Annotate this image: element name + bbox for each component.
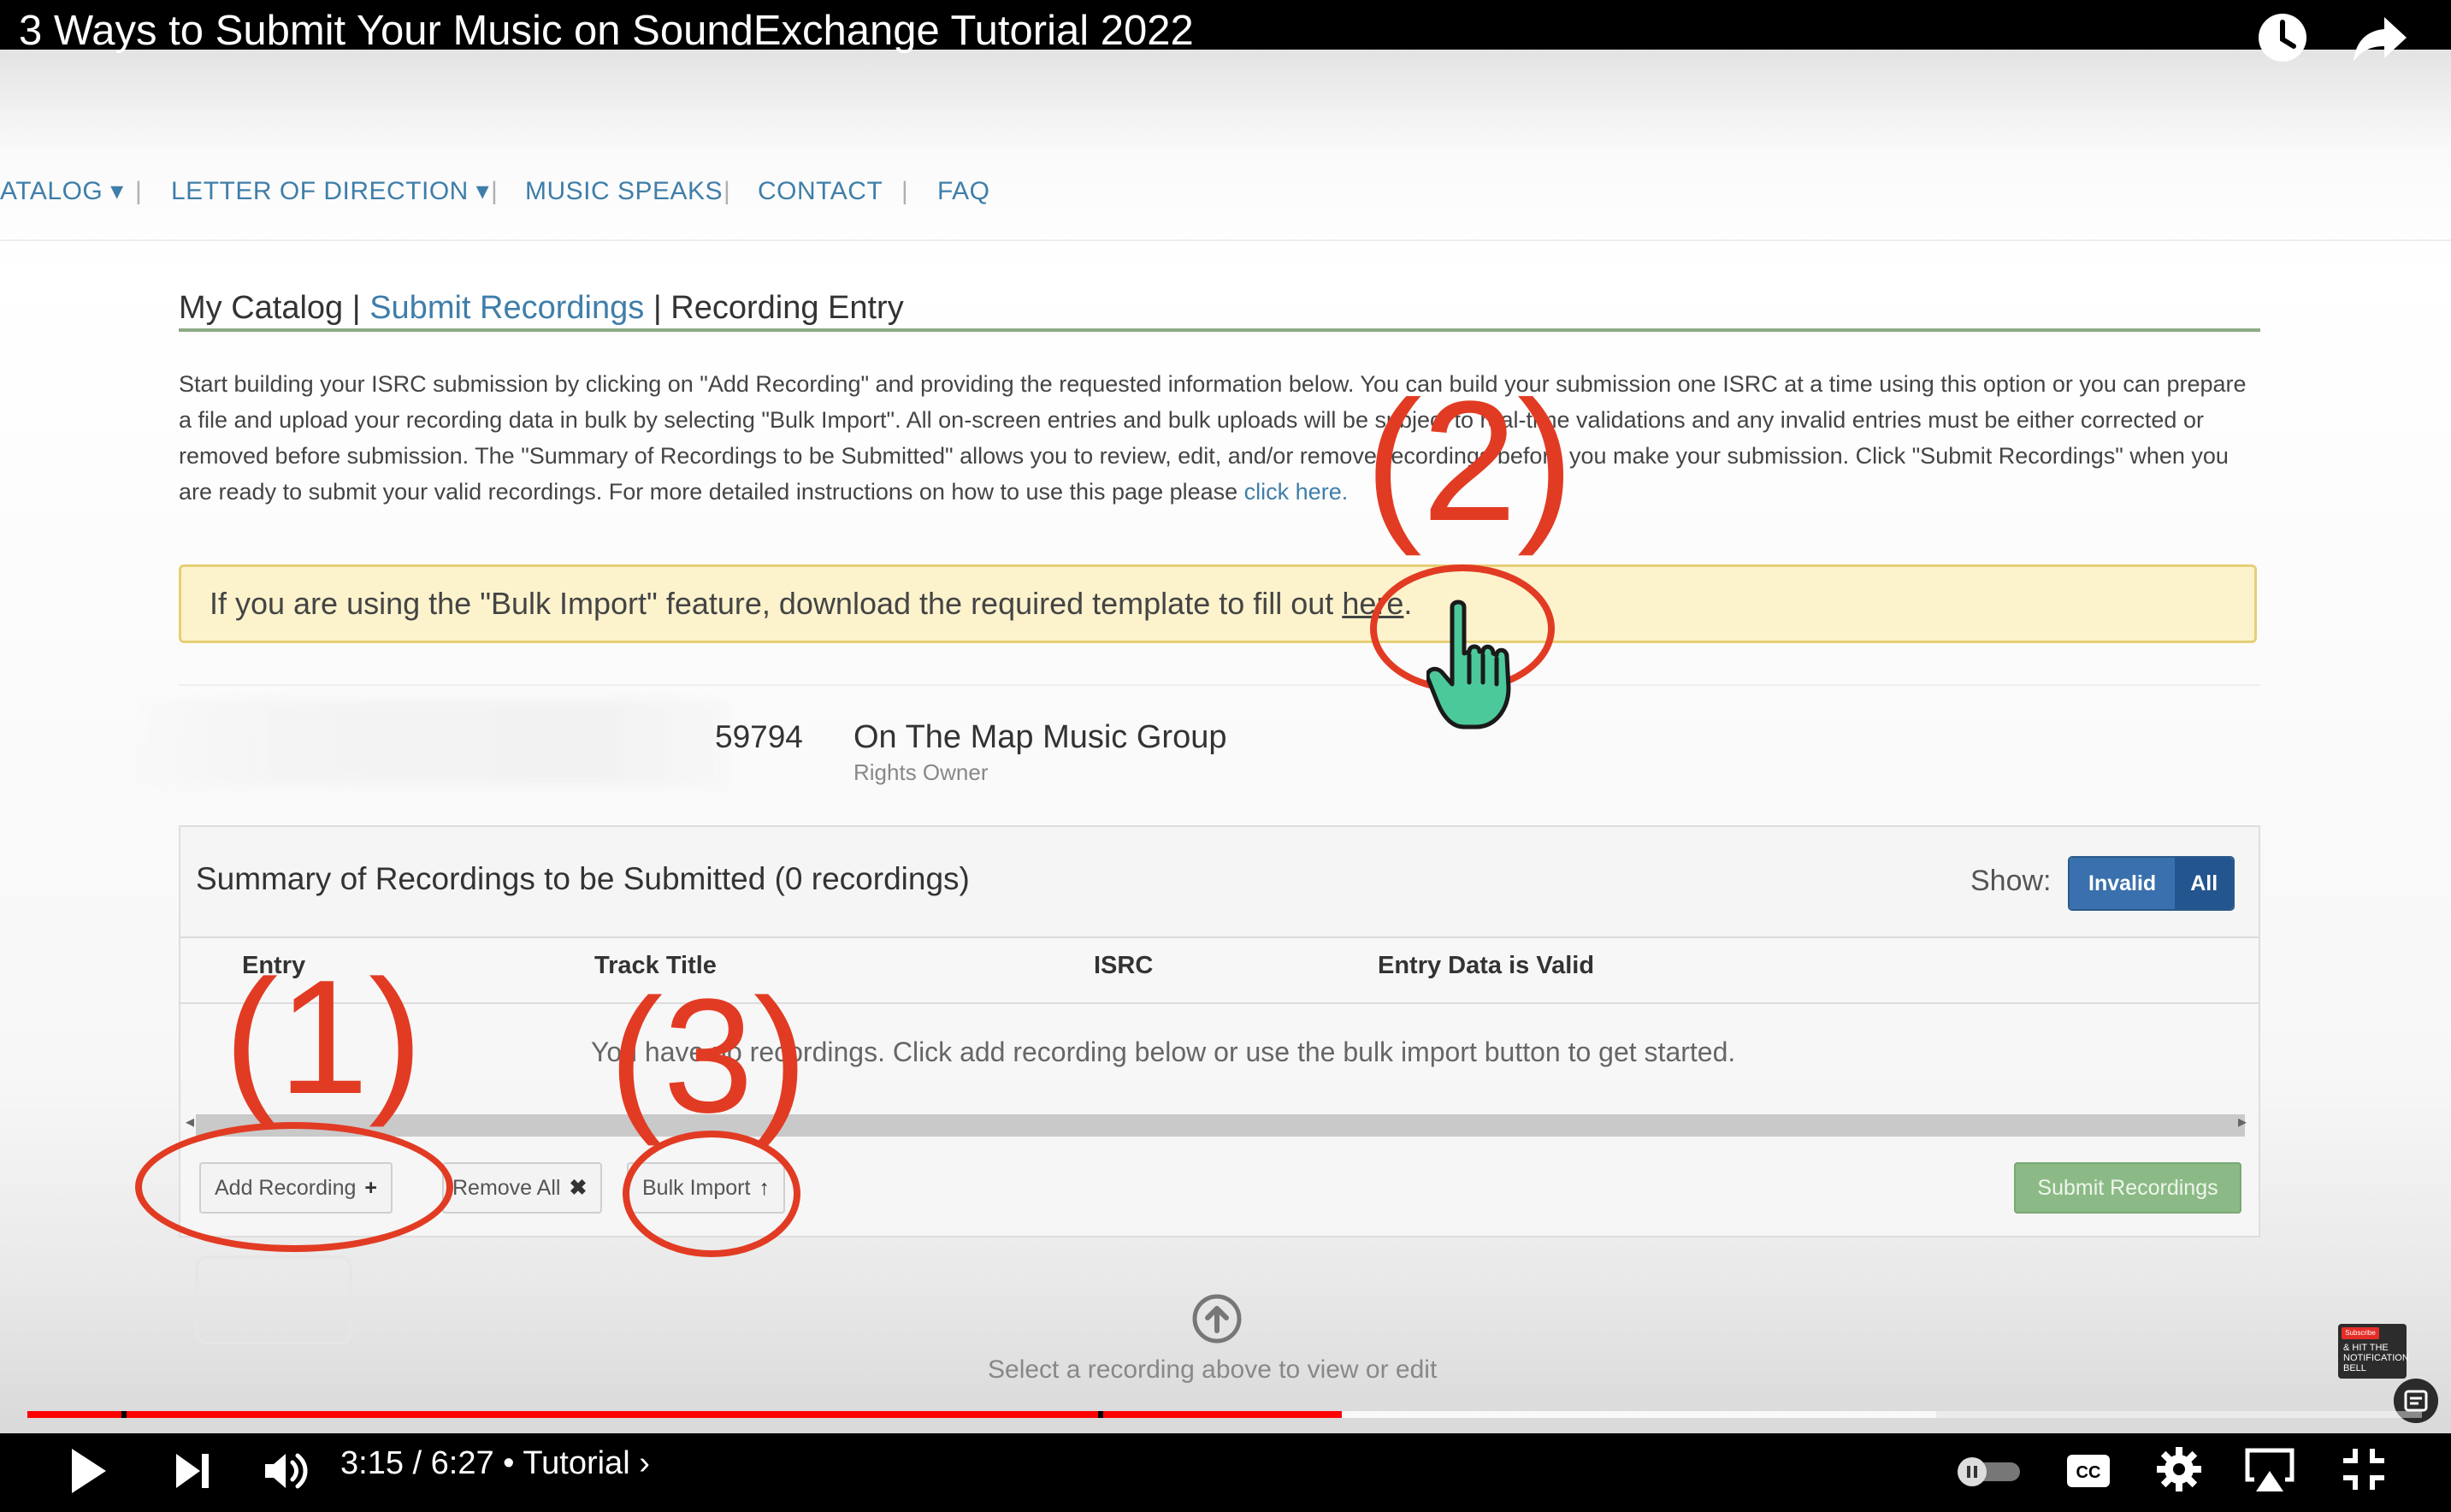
owner-id: 59794 [715, 719, 803, 754]
filter-all-button[interactable]: All [2175, 858, 2234, 909]
rights-owner-name: On The Map Music Group [853, 719, 1227, 755]
summary-panel: Summary of Recordings to be Submitted (0… [179, 825, 2260, 1237]
show-label: Show: [1970, 865, 2052, 897]
filter-invalid-button[interactable]: Invalid [2070, 858, 2176, 909]
breadcrumb-recording-entry: Recording Entry [670, 290, 904, 326]
breadcrumb-separator: | [351, 290, 361, 326]
time-display: 3:15 / 6:27 [340, 1445, 494, 1481]
horizontal-scrollbar[interactable] [196, 1114, 2245, 1137]
hand-pointer-icon [1426, 599, 1511, 729]
faded-placeholder-icon [195, 1255, 352, 1344]
annotation-ellipse-one [135, 1122, 453, 1252]
nav-separator: | [491, 177, 498, 205]
nav-item-contact[interactable]: CONTACT [758, 171, 883, 212]
watermark-text: & HIT THE NOTIFICATION BELL [2343, 1343, 2409, 1373]
time-and-chapter: 3:15 / 6:27 • Tutorial › [340, 1442, 650, 1485]
remove-all-label: Remove All [452, 1176, 561, 1200]
video-frame[interactable]: ATALOG ▾ | LETTER OF DIRECTION ▾ | MUSIC… [0, 0, 2451, 1512]
annotation-one: (1) [224, 947, 423, 1128]
nav-item-catalog[interactable]: ATALOG ▾ [0, 171, 124, 212]
intro-text: Start building your ISRC submission by c… [179, 371, 2247, 505]
table-header-divider [180, 1002, 2259, 1004]
rights-owner-label: Rights Owner [853, 759, 989, 785]
owner-divider [179, 684, 2260, 686]
chevron-right-icon[interactable]: › [639, 1445, 650, 1481]
close-icon: ✖ [569, 1176, 588, 1200]
airplay-icon[interactable] [2242, 1445, 2297, 1495]
chapter-title[interactable]: • Tutorial [503, 1445, 629, 1481]
nav-separator: | [901, 177, 908, 205]
summary-header: Summary of Recordings to be Submitted (0… [180, 827, 2259, 938]
next-icon[interactable] [173, 1450, 214, 1491]
scroll-left-arrow[interactable]: ◂ [186, 1111, 194, 1132]
select-recording-hint: Select a recording above to view or edit [988, 1355, 1438, 1384]
nav-item-music-speaks[interactable]: MUSIC SPEAKS [525, 171, 723, 212]
column-isrc[interactable]: ISRC [1094, 947, 1153, 984]
nav-item-letter-of-direction[interactable]: LETTER OF DIRECTION ▾ [171, 171, 489, 212]
scroll-right-arrow[interactable]: ▸ [2238, 1111, 2247, 1132]
subscribe-badge: Subscribe [2342, 1327, 2379, 1339]
volume-icon[interactable] [262, 1447, 310, 1495]
breadcrumb-separator: | [653, 290, 662, 326]
nav-divider [0, 239, 2451, 241]
video-title[interactable]: 3 Ways to Submit Your Music on SoundExch… [19, 5, 1194, 56]
exit-fullscreen-icon[interactable] [2340, 1445, 2388, 1493]
show-filter-toggle: Invalid All [2068, 856, 2235, 911]
intro-paragraph: Start building your ISRC submission by c… [179, 366, 2265, 510]
nav-separator: | [723, 177, 730, 205]
annotation-ellipse-three [623, 1131, 800, 1257]
video-progress-bar[interactable] [27, 1411, 2422, 1418]
subscribe-watermark[interactable]: Subscribe & HIT THE NOTIFICATION BELL [2338, 1324, 2409, 1379]
arrow-up-circle-icon [1192, 1294, 1242, 1344]
share-icon[interactable] [2350, 9, 2410, 68]
column-entry-valid[interactable]: Entry Data is Valid [1378, 947, 1594, 984]
summary-title: Summary of Recordings to be Submitted (0… [196, 861, 970, 896]
settings-icon[interactable] [2155, 1445, 2203, 1493]
captions-icon[interactable]: CC [2064, 1450, 2112, 1491]
autoplay-toggle-icon[interactable] [1953, 1452, 2025, 1490]
nav-item-faq[interactable]: FAQ [937, 171, 990, 212]
progress-played [27, 1411, 1343, 1418]
breadcrumb-my-catalog[interactable]: My Catalog [179, 290, 343, 326]
alert-text-line: If you are using the "Bulk Import" featu… [210, 582, 1412, 625]
blurred-account-info [137, 700, 727, 785]
chapter-marker [121, 1411, 127, 1418]
submit-recordings-button[interactable]: Submit Recordings [2014, 1162, 2241, 1214]
breadcrumb-submit-recordings[interactable]: Submit Recordings [369, 290, 644, 326]
alert-text: If you are using the "Bulk Import" featu… [210, 586, 1334, 621]
nav-separator: | [135, 177, 142, 205]
play-icon[interactable] [68, 1445, 109, 1497]
annotation-two: (2) [1365, 366, 1574, 557]
instructions-link[interactable]: click here. [1244, 479, 1349, 505]
svg-text:CC: CC [2076, 1463, 2101, 1482]
annotation-three: (3) [609, 966, 808, 1147]
remove-all-button[interactable]: Remove All ✖ [442, 1162, 603, 1214]
breadcrumb-underline [179, 328, 2260, 332]
bulk-import-alert: If you are using the "Bulk Import" featu… [179, 564, 2257, 643]
watch-later-icon[interactable] [2253, 9, 2312, 68]
breadcrumb: My Catalog | Submit Recordings | Recordi… [179, 286, 904, 329]
chapter-marker [1098, 1411, 1103, 1418]
